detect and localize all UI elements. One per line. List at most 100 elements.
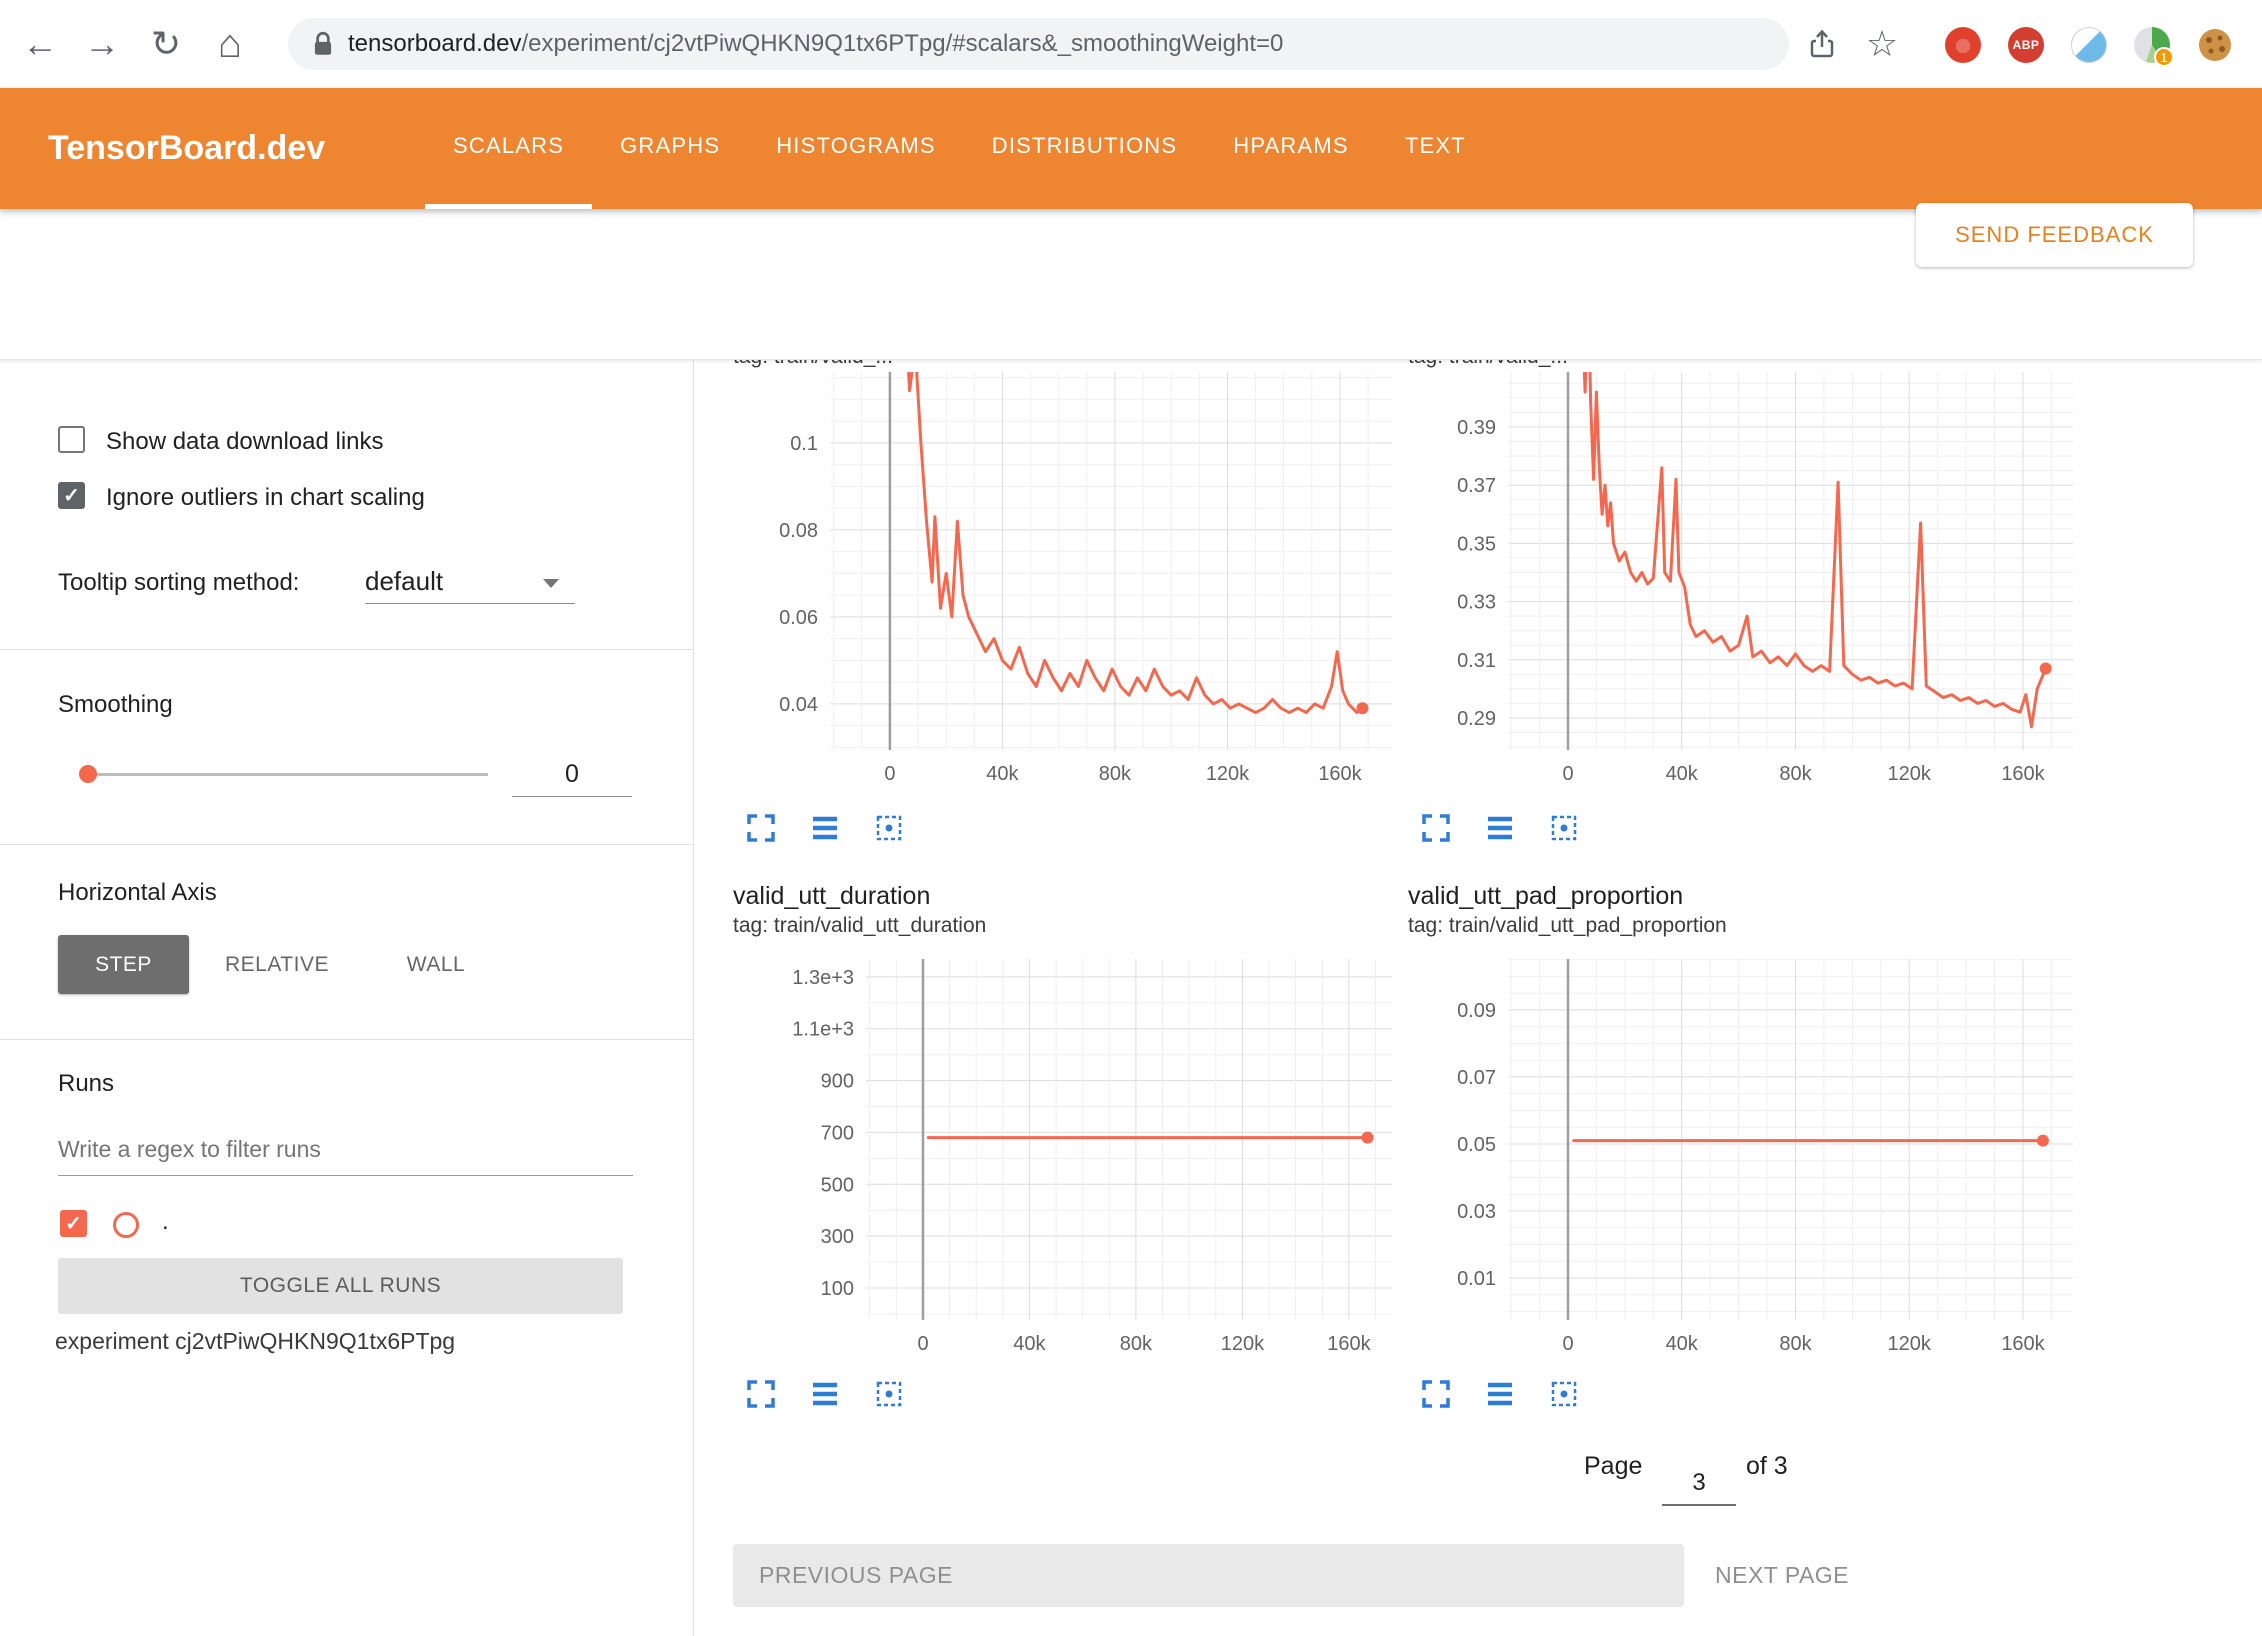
tab-histograms[interactable]: HISTOGRAMS xyxy=(748,88,964,209)
smoothing-slider[interactable] xyxy=(79,764,499,784)
slider-thumb[interactable] xyxy=(79,765,97,783)
fullscreen-icon[interactable] xyxy=(1420,812,1452,844)
profile-badge: 1 xyxy=(2154,47,2174,67)
data-table-icon[interactable] xyxy=(1484,812,1516,844)
chart-title: valid_utt_duration xyxy=(733,882,930,911)
chevron-down-icon xyxy=(543,579,559,588)
page-number-input[interactable] xyxy=(1662,1462,1736,1506)
chart-plot: 0.090.070.050.030.01040k80k120k160k xyxy=(1408,959,2073,1370)
svg-text:0.33: 0.33 xyxy=(1457,592,1496,614)
tab-text[interactable]: TEXT xyxy=(1377,88,1494,209)
home-icon[interactable]: ⌂ xyxy=(202,0,258,88)
svg-text:0.04: 0.04 xyxy=(779,694,818,716)
svg-text:0: 0 xyxy=(917,1333,928,1355)
svg-text:120k: 120k xyxy=(1221,1333,1265,1355)
data-table-icon[interactable] xyxy=(809,812,841,844)
show-download-links-checkbox[interactable] xyxy=(58,426,85,453)
svg-text:160k: 160k xyxy=(2001,763,2045,785)
send-feedback-button[interactable]: SEND FEEDBACK xyxy=(1916,203,2193,267)
extension-icon-abp[interactable]: ABP xyxy=(2008,27,2044,63)
address-bar[interactable]: tensorboard.dev/experiment/cj2vtPiwQHKN9… xyxy=(288,18,1789,70)
svg-text:0: 0 xyxy=(1562,1333,1573,1355)
run-name-label: . xyxy=(162,1208,169,1236)
extension-icon-cookie[interactable] xyxy=(2197,27,2233,63)
tab-distributions[interactable]: DISTRIBUTIONS xyxy=(964,88,1206,209)
chart-tag: tag: train/valid_utt_duration xyxy=(733,914,986,938)
runs-filter-input[interactable] xyxy=(58,1123,633,1176)
forward-icon[interactable]: → xyxy=(74,0,130,88)
axis-wall-button[interactable]: WALL xyxy=(386,935,486,994)
horizontal-axis-label: Horizontal Axis xyxy=(58,879,217,907)
back-icon[interactable]: ← xyxy=(12,0,68,88)
fit-domain-icon[interactable] xyxy=(873,1378,905,1410)
ignore-outliers-label: Ignore outliers in chart scaling xyxy=(106,484,425,512)
ignore-outliers-checkbox[interactable]: ✓ xyxy=(58,482,85,509)
chart-toolbar xyxy=(745,1378,905,1410)
svg-text:80k: 80k xyxy=(1099,763,1132,785)
toggle-all-runs-button[interactable]: TOGGLE ALL RUNS xyxy=(58,1258,623,1314)
data-table-icon[interactable] xyxy=(809,1378,841,1410)
fullscreen-icon[interactable] xyxy=(745,1378,777,1410)
svg-text:160k: 160k xyxy=(1318,763,1362,785)
chart-title: valid_utt_pad_proportion xyxy=(1408,882,1683,911)
url-text: tensorboard.dev/experiment/cj2vtPiwQHKN9… xyxy=(348,30,1283,58)
browser-toolbar: ← → ↻ ⌂ tensorboard.dev/experiment/cj2vt… xyxy=(0,0,2262,88)
chart-tag: tag: train/valid_utt_pad_proportion xyxy=(1408,914,1727,938)
fit-domain-icon[interactable] xyxy=(1548,1378,1580,1410)
runs-label: Runs xyxy=(58,1070,114,1098)
svg-text:160k: 160k xyxy=(1327,1333,1371,1355)
run-color-swatch xyxy=(113,1212,139,1238)
bookmark-star-icon[interactable]: ☆ xyxy=(1858,0,1906,88)
reload-icon[interactable]: ↻ xyxy=(138,0,194,88)
chart-plot: 1.3e+31.1e+3900700500300100040k80k120k16… xyxy=(733,959,1392,1370)
svg-text:1.3e+3: 1.3e+3 xyxy=(792,967,854,989)
svg-text:0.09: 0.09 xyxy=(1457,1000,1496,1022)
svg-text:0.37: 0.37 xyxy=(1457,475,1496,497)
chart-tag-clipped: tag: train/valid_... xyxy=(733,360,1163,371)
divider xyxy=(0,1039,694,1040)
chart-plot: 0.10.080.060.04040k80k120k160k xyxy=(733,372,1392,800)
svg-text:0.35: 0.35 xyxy=(1457,533,1496,555)
share-icon[interactable] xyxy=(1798,0,1846,88)
chart-plot: 0.390.370.350.330.310.29040k80k120k160k xyxy=(1408,372,2073,800)
svg-text:0: 0 xyxy=(884,763,895,785)
svg-text:0.29: 0.29 xyxy=(1457,708,1496,730)
svg-text:900: 900 xyxy=(821,1071,854,1093)
previous-page-button[interactable]: PREVIOUS PAGE xyxy=(733,1544,1684,1607)
next-page-button[interactable]: NEXT PAGE xyxy=(1715,1544,1849,1607)
chart-toolbar xyxy=(745,812,905,844)
brand-logo[interactable]: TensorBoard.dev xyxy=(48,88,325,209)
svg-text:500: 500 xyxy=(821,1174,854,1196)
data-table-icon[interactable] xyxy=(1484,1378,1516,1410)
tooltip-sorting-dropdown[interactable]: default xyxy=(365,560,575,604)
smoothing-label: Smoothing xyxy=(58,691,173,719)
profile-avatar[interactable]: 1 xyxy=(2134,27,2170,63)
settings-sidebar: Show data download links ✓ Ignore outlie… xyxy=(0,360,694,1636)
show-download-links-label: Show data download links xyxy=(106,428,384,456)
svg-text:40k: 40k xyxy=(986,763,1019,785)
fit-domain-icon[interactable] xyxy=(1548,812,1580,844)
fit-domain-icon[interactable] xyxy=(873,812,905,844)
axis-step-button[interactable]: STEP xyxy=(58,935,189,994)
fullscreen-icon[interactable] xyxy=(1420,1378,1452,1410)
svg-text:0.31: 0.31 xyxy=(1457,650,1496,672)
axis-relative-button[interactable]: RELATIVE xyxy=(212,935,342,994)
divider xyxy=(0,844,694,845)
svg-text:120k: 120k xyxy=(1888,1333,1932,1355)
tooltip-sorting-label: Tooltip sorting method: xyxy=(58,569,299,597)
extension-icon-blue[interactable] xyxy=(2071,27,2107,63)
svg-text:80k: 80k xyxy=(1120,1333,1153,1355)
tab-scalars[interactable]: SCALARS xyxy=(425,88,592,209)
smoothing-value-input[interactable] xyxy=(512,753,632,797)
tab-graphs[interactable]: GRAPHS xyxy=(592,88,748,209)
run-checkbox[interactable]: ✓ xyxy=(60,1210,87,1237)
page-label: Page xyxy=(1584,1452,1642,1481)
svg-text:160k: 160k xyxy=(2001,1333,2045,1355)
chart-tag-clipped: tag: train/valid_... xyxy=(1408,360,1838,371)
fullscreen-icon[interactable] xyxy=(745,812,777,844)
tab-hparams[interactable]: HPARAMS xyxy=(1205,88,1377,209)
svg-text:40k: 40k xyxy=(1666,1333,1699,1355)
svg-text:0.03: 0.03 xyxy=(1457,1201,1496,1223)
extension-icon-adblock[interactable] xyxy=(1945,27,1981,63)
svg-text:120k: 120k xyxy=(1206,763,1250,785)
